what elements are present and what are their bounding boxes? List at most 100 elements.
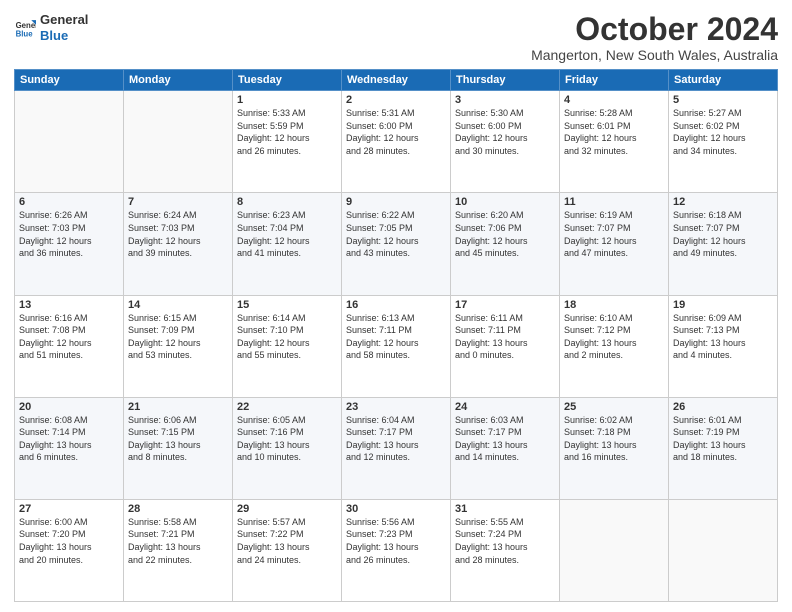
calendar-cell: 7Sunrise: 6:24 AM Sunset: 7:03 PM Daylig… (124, 193, 233, 295)
cell-details: Sunrise: 6:11 AM Sunset: 7:11 PM Dayligh… (455, 312, 555, 362)
calendar-cell: 4Sunrise: 5:28 AM Sunset: 6:01 PM Daylig… (560, 91, 669, 193)
calendar-cell: 13Sunrise: 6:16 AM Sunset: 7:08 PM Dayli… (15, 295, 124, 397)
weekday-header-row: SundayMondayTuesdayWednesdayThursdayFrid… (15, 70, 778, 91)
calendar-cell: 18Sunrise: 6:10 AM Sunset: 7:12 PM Dayli… (560, 295, 669, 397)
cell-details: Sunrise: 6:09 AM Sunset: 7:13 PM Dayligh… (673, 312, 773, 362)
calendar-cell: 14Sunrise: 6:15 AM Sunset: 7:09 PM Dayli… (124, 295, 233, 397)
day-number: 28 (128, 503, 228, 515)
calendar-cell: 11Sunrise: 6:19 AM Sunset: 7:07 PM Dayli… (560, 193, 669, 295)
day-number: 25 (564, 401, 664, 413)
svg-text:Blue: Blue (16, 29, 34, 38)
calendar-week-2: 6Sunrise: 6:26 AM Sunset: 7:03 PM Daylig… (15, 193, 778, 295)
cell-details: Sunrise: 5:31 AM Sunset: 6:00 PM Dayligh… (346, 107, 446, 157)
weekday-header-sunday: Sunday (15, 70, 124, 91)
calendar-cell: 19Sunrise: 6:09 AM Sunset: 7:13 PM Dayli… (669, 295, 778, 397)
cell-details: Sunrise: 6:15 AM Sunset: 7:09 PM Dayligh… (128, 312, 228, 362)
cell-details: Sunrise: 5:57 AM Sunset: 7:22 PM Dayligh… (237, 516, 337, 566)
day-number: 4 (564, 94, 664, 106)
calendar-week-1: 1Sunrise: 5:33 AM Sunset: 5:59 PM Daylig… (15, 91, 778, 193)
day-number: 15 (237, 299, 337, 311)
calendar-cell: 8Sunrise: 6:23 AM Sunset: 7:04 PM Daylig… (233, 193, 342, 295)
day-number: 10 (455, 196, 555, 208)
logo-icon: General Blue (14, 17, 36, 39)
calendar-cell: 24Sunrise: 6:03 AM Sunset: 7:17 PM Dayli… (451, 397, 560, 499)
day-number: 24 (455, 401, 555, 413)
day-number: 12 (673, 196, 773, 208)
day-number: 1 (237, 94, 337, 106)
cell-details: Sunrise: 6:26 AM Sunset: 7:03 PM Dayligh… (19, 209, 119, 259)
calendar-cell: 5Sunrise: 5:27 AM Sunset: 6:02 PM Daylig… (669, 91, 778, 193)
day-number: 16 (346, 299, 446, 311)
calendar-table: SundayMondayTuesdayWednesdayThursdayFrid… (14, 69, 778, 602)
header: General Blue General Blue October 2024 M… (14, 12, 778, 63)
cell-details: Sunrise: 6:02 AM Sunset: 7:18 PM Dayligh… (564, 414, 664, 464)
day-number: 6 (19, 196, 119, 208)
day-number: 27 (19, 503, 119, 515)
day-number: 30 (346, 503, 446, 515)
calendar-cell: 22Sunrise: 6:05 AM Sunset: 7:16 PM Dayli… (233, 397, 342, 499)
calendar-cell: 26Sunrise: 6:01 AM Sunset: 7:19 PM Dayli… (669, 397, 778, 499)
logo-blue: Blue (40, 28, 88, 44)
cell-details: Sunrise: 5:33 AM Sunset: 5:59 PM Dayligh… (237, 107, 337, 157)
page: General Blue General Blue October 2024 M… (0, 0, 792, 612)
day-number: 14 (128, 299, 228, 311)
weekday-header-thursday: Thursday (451, 70, 560, 91)
day-number: 26 (673, 401, 773, 413)
calendar-week-5: 27Sunrise: 6:00 AM Sunset: 7:20 PM Dayli… (15, 499, 778, 601)
cell-details: Sunrise: 6:10 AM Sunset: 7:12 PM Dayligh… (564, 312, 664, 362)
day-number: 5 (673, 94, 773, 106)
cell-details: Sunrise: 6:16 AM Sunset: 7:08 PM Dayligh… (19, 312, 119, 362)
day-number: 31 (455, 503, 555, 515)
cell-details: Sunrise: 5:28 AM Sunset: 6:01 PM Dayligh… (564, 107, 664, 157)
cell-details: Sunrise: 6:06 AM Sunset: 7:15 PM Dayligh… (128, 414, 228, 464)
weekday-header-tuesday: Tuesday (233, 70, 342, 91)
cell-details: Sunrise: 6:23 AM Sunset: 7:04 PM Dayligh… (237, 209, 337, 259)
calendar-cell (124, 91, 233, 193)
day-number: 9 (346, 196, 446, 208)
cell-details: Sunrise: 6:03 AM Sunset: 7:17 PM Dayligh… (455, 414, 555, 464)
calendar-cell: 16Sunrise: 6:13 AM Sunset: 7:11 PM Dayli… (342, 295, 451, 397)
calendar-cell: 20Sunrise: 6:08 AM Sunset: 7:14 PM Dayli… (15, 397, 124, 499)
day-number: 19 (673, 299, 773, 311)
calendar-cell: 15Sunrise: 6:14 AM Sunset: 7:10 PM Dayli… (233, 295, 342, 397)
calendar-cell (669, 499, 778, 601)
day-number: 21 (128, 401, 228, 413)
calendar-week-3: 13Sunrise: 6:16 AM Sunset: 7:08 PM Dayli… (15, 295, 778, 397)
calendar-cell: 2Sunrise: 5:31 AM Sunset: 6:00 PM Daylig… (342, 91, 451, 193)
cell-details: Sunrise: 5:30 AM Sunset: 6:00 PM Dayligh… (455, 107, 555, 157)
day-number: 23 (346, 401, 446, 413)
svg-text:General: General (16, 21, 36, 30)
day-number: 20 (19, 401, 119, 413)
cell-details: Sunrise: 6:08 AM Sunset: 7:14 PM Dayligh… (19, 414, 119, 464)
calendar-cell: 25Sunrise: 6:02 AM Sunset: 7:18 PM Dayli… (560, 397, 669, 499)
cell-details: Sunrise: 6:13 AM Sunset: 7:11 PM Dayligh… (346, 312, 446, 362)
calendar-cell: 6Sunrise: 6:26 AM Sunset: 7:03 PM Daylig… (15, 193, 124, 295)
day-number: 7 (128, 196, 228, 208)
calendar-week-4: 20Sunrise: 6:08 AM Sunset: 7:14 PM Dayli… (15, 397, 778, 499)
logo-general: General (40, 12, 88, 28)
day-number: 18 (564, 299, 664, 311)
calendar-cell: 31Sunrise: 5:55 AM Sunset: 7:24 PM Dayli… (451, 499, 560, 601)
cell-details: Sunrise: 6:01 AM Sunset: 7:19 PM Dayligh… (673, 414, 773, 464)
cell-details: Sunrise: 6:22 AM Sunset: 7:05 PM Dayligh… (346, 209, 446, 259)
day-number: 29 (237, 503, 337, 515)
day-number: 8 (237, 196, 337, 208)
main-title: October 2024 (531, 12, 778, 47)
weekday-header-wednesday: Wednesday (342, 70, 451, 91)
calendar-cell: 10Sunrise: 6:20 AM Sunset: 7:06 PM Dayli… (451, 193, 560, 295)
weekday-header-saturday: Saturday (669, 70, 778, 91)
day-number: 22 (237, 401, 337, 413)
day-number: 2 (346, 94, 446, 106)
cell-details: Sunrise: 6:18 AM Sunset: 7:07 PM Dayligh… (673, 209, 773, 259)
cell-details: Sunrise: 6:05 AM Sunset: 7:16 PM Dayligh… (237, 414, 337, 464)
cell-details: Sunrise: 5:58 AM Sunset: 7:21 PM Dayligh… (128, 516, 228, 566)
cell-details: Sunrise: 6:04 AM Sunset: 7:17 PM Dayligh… (346, 414, 446, 464)
cell-details: Sunrise: 6:20 AM Sunset: 7:06 PM Dayligh… (455, 209, 555, 259)
title-block: October 2024 Mangerton, New South Wales,… (531, 12, 778, 63)
cell-details: Sunrise: 5:27 AM Sunset: 6:02 PM Dayligh… (673, 107, 773, 157)
calendar-cell: 9Sunrise: 6:22 AM Sunset: 7:05 PM Daylig… (342, 193, 451, 295)
day-number: 11 (564, 196, 664, 208)
cell-details: Sunrise: 6:19 AM Sunset: 7:07 PM Dayligh… (564, 209, 664, 259)
day-number: 3 (455, 94, 555, 106)
weekday-header-monday: Monday (124, 70, 233, 91)
